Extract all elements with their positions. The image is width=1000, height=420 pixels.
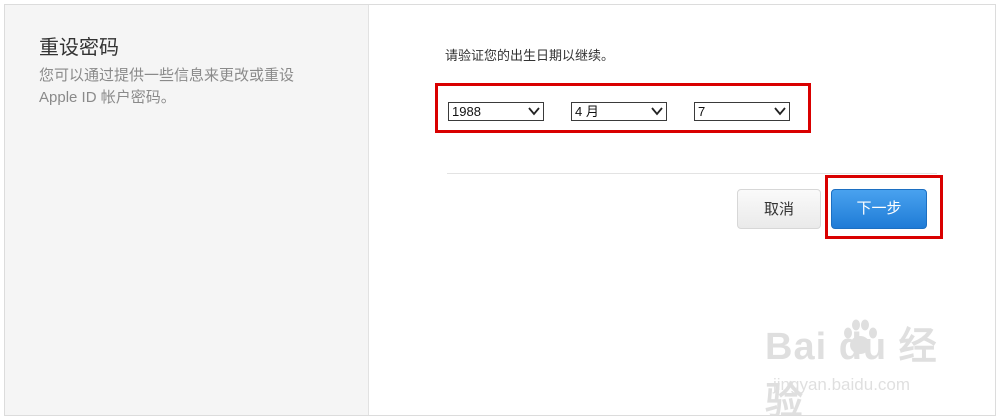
month-select[interactable]: 4 月 [571, 102, 667, 121]
paw-icon [844, 319, 877, 354]
baidu-watermark: Bai du 经验 jingyan.baidu.com [765, 315, 965, 415]
watermark-url: jingyan.baidu.com [773, 375, 911, 394]
chevron-down-icon [774, 107, 786, 116]
year-select-value: 1988 [452, 104, 481, 119]
next-button[interactable]: 下一步 [831, 189, 927, 229]
chevron-down-icon [651, 107, 663, 116]
birthdate-prompt: 请验证您的出生日期以继续。 [445, 48, 615, 63]
day-select[interactable]: 7 [694, 102, 790, 121]
chevron-down-icon [528, 107, 540, 116]
year-select[interactable]: 1988 [448, 102, 544, 121]
cancel-button[interactable]: 取消 [737, 189, 821, 229]
sidebar: 重设密码 您可以通过提供一些信息来更改或重设 Apple ID 帐户密码。 [5, 5, 369, 415]
page-description: 您可以通过提供一些信息来更改或重设 Apple ID 帐户密码。 [39, 67, 295, 106]
divider [447, 173, 937, 174]
page-title: 重设密码 [39, 37, 119, 59]
reset-password-panel: 重设密码 您可以通过提供一些信息来更改或重设 Apple ID 帐户密码。 请验… [4, 4, 996, 416]
birthdate-highlight-box: 1988 4 月 7 [435, 83, 811, 133]
day-select-value: 7 [698, 104, 706, 119]
month-select-value: 4 月 [575, 104, 599, 119]
